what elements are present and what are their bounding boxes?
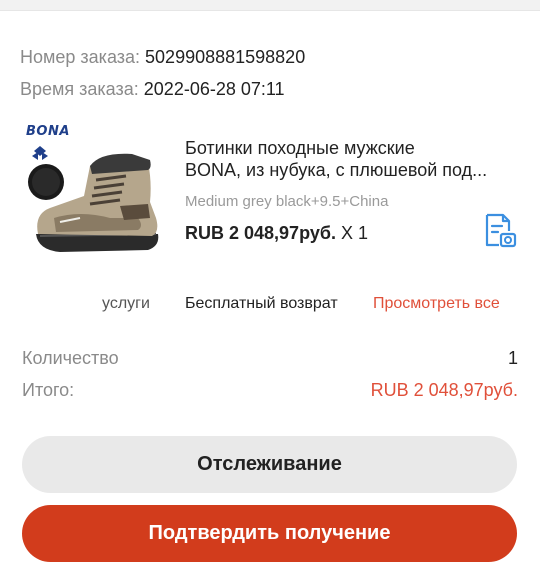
product-title-line2: BONA, из нубука, с плюшевой под... — [185, 160, 488, 180]
boot-illustration — [28, 146, 159, 252]
view-all-services-link[interactable]: Просмотреть все — [373, 295, 500, 313]
quantity-label: Количество — [22, 348, 119, 368]
order-number-value: 5029908881598820 — [145, 47, 306, 67]
brand-logo: BONA — [26, 124, 70, 139]
brand-emblem — [32, 146, 48, 160]
product-title-line1: Ботинки походные мужские — [185, 138, 415, 158]
product-variant: Medium grey black+9.5+China — [185, 193, 389, 210]
confirm-receipt-button[interactable]: Подтвердить получение — [22, 505, 517, 562]
total-value: RUB 2 048,97руб. — [370, 380, 518, 400]
product-image[interactable]: BONA — [20, 122, 166, 268]
services-value: Бесплатный возврат — [185, 295, 338, 312]
product-price: RUB 2 048,97руб. — [185, 223, 336, 243]
product-quantity: X 1 — [340, 223, 368, 243]
invoice-button[interactable] — [483, 213, 517, 249]
total-label: Итого: — [22, 380, 75, 400]
order-number-row: Номер заказа: 5029908881598820 — [20, 46, 305, 68]
order-time-row: Время заказа: 2022-06-28 07:11 — [20, 78, 285, 100]
order-number-label: Номер заказа: — [20, 47, 141, 67]
quantity-row: Количество 1 — [22, 347, 518, 369]
product-title[interactable]: Ботинки походные мужские BONA, из нубука… — [185, 137, 520, 181]
invoice-icon — [485, 213, 517, 248]
order-time-value: 2022-06-28 07:11 — [143, 79, 285, 99]
services-label: услуги — [102, 295, 150, 312]
total-row: Итого: RUB 2 048,97руб. — [22, 379, 518, 401]
price-line: RUB 2 048,97руб. X 1 — [185, 223, 368, 244]
track-button[interactable]: Отслеживание — [22, 436, 517, 493]
order-time-label: Время заказа: — [20, 79, 139, 99]
order-card: Номер заказа: 5029908881598820 Время зак… — [0, 10, 540, 569]
quantity-value: 1 — [507, 348, 518, 368]
